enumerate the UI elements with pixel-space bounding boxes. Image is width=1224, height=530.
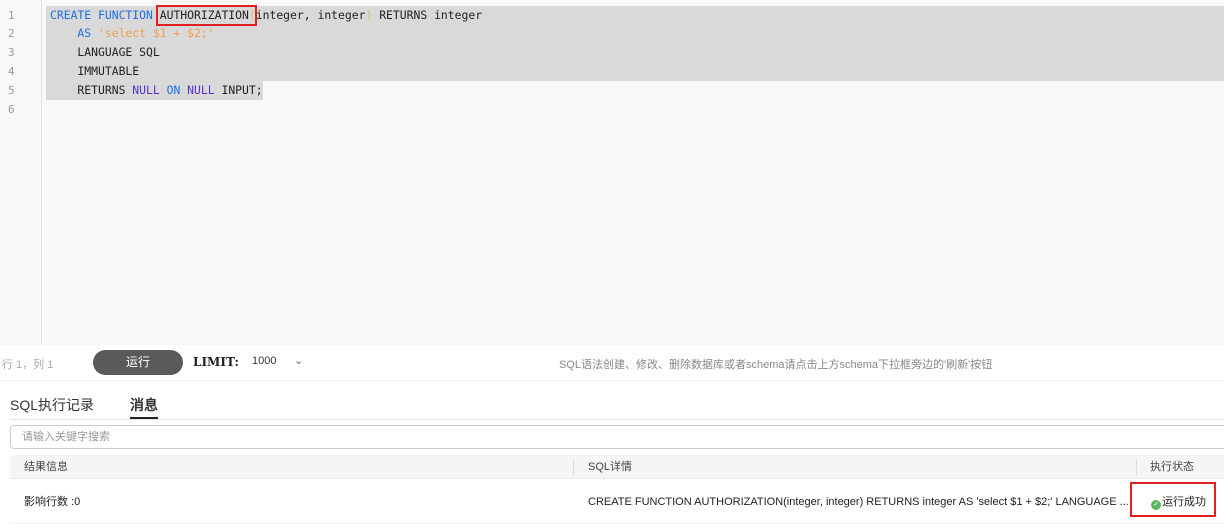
- chevron-down-icon[interactable]: ⌄: [294, 354, 303, 367]
- line-number: 2: [8, 27, 15, 40]
- table-row[interactable]: 影响行数 :0 CREATE FUNCTION AUTHORIZATION(in…: [10, 480, 1224, 524]
- line-number: 1: [8, 9, 15, 22]
- table-header: 结果信息 SQL详情 执行状态: [10, 455, 1224, 479]
- header-result: 结果信息: [24, 461, 68, 473]
- tab-messages[interactable]: 消息: [130, 395, 158, 419]
- sql-cell: CREATE FUNCTION AUTHORIZATION(integer, i…: [588, 496, 1129, 508]
- code-line[interactable]: IMMUTABLE: [46, 62, 1224, 81]
- tab-divider: [10, 419, 1224, 420]
- limit-select[interactable]: 1000: [252, 355, 276, 367]
- tab-sql-history[interactable]: SQL执行记录: [10, 395, 94, 419]
- sql-editor[interactable]: 1 2 3 4 5 6 CREATE FUNCTION AUTHORIZATIO…: [0, 0, 1224, 345]
- code-line[interactable]: LANGUAGE SQL: [46, 43, 1224, 62]
- code-token: NULL: [187, 83, 222, 97]
- highlight-box-authorization: [156, 5, 257, 26]
- code-token: RETURNS integer: [372, 8, 483, 22]
- code-token: NULL: [132, 83, 167, 97]
- code-token: LANGUAGE SQL: [50, 45, 160, 59]
- code-token: integer, integer: [255, 8, 366, 22]
- hint-text: SQL语法创建、修改、删除数据库或者schema请点击上方schema下拉框旁边…: [559, 359, 993, 371]
- header-sql: SQL详情: [588, 461, 633, 473]
- cursor-position: 行 1，列 1: [2, 359, 54, 371]
- code-token: CREATE FUNCTION: [50, 8, 160, 22]
- column-divider[interactable]: [573, 459, 574, 475]
- run-button[interactable]: 运行: [93, 350, 183, 375]
- editor-toolbar: 行 1，列 1 运行 LIMIT: 1000 ⌄ SQL语法创建、修改、删除数据…: [0, 345, 1224, 381]
- code-line[interactable]: RETURNS NULL ON NULL INPUT;: [46, 81, 263, 100]
- line-number: 6: [8, 103, 15, 116]
- code-token: RETURNS: [50, 83, 133, 97]
- code-line[interactable]: [46, 100, 50, 119]
- limit-label: LIMIT:: [193, 355, 239, 369]
- result-cell: 影响行数 :0: [24, 496, 81, 508]
- code-token: AS: [50, 26, 99, 40]
- column-divider[interactable]: [1136, 459, 1137, 475]
- line-number: 3: [8, 46, 15, 59]
- search-input[interactable]: 请输入关键字搜索: [10, 425, 1224, 449]
- highlight-box-status: [1130, 482, 1216, 517]
- code-token: IMMUTABLE: [50, 64, 140, 78]
- code-line[interactable]: AS 'select $1 + $2;': [46, 24, 1224, 43]
- code-token: INPUT;: [221, 83, 263, 97]
- code-token: 'select $1 + $2;': [98, 26, 215, 40]
- header-status: 执行状态: [1150, 461, 1194, 473]
- line-gutter: 1 2 3 4 5 6: [0, 0, 42, 345]
- line-number: 4: [8, 65, 15, 78]
- code-token: ON: [166, 83, 188, 97]
- line-number: 5: [8, 84, 15, 97]
